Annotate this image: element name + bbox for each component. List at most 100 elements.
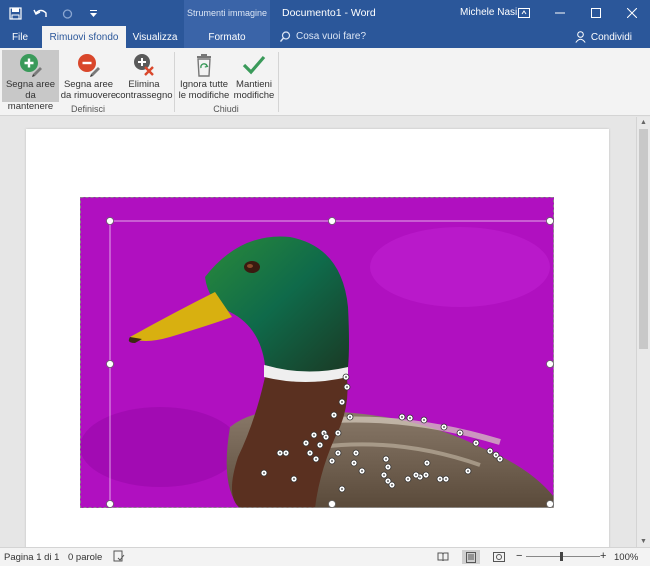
recycle-bin-icon	[191, 52, 217, 78]
plus-pencil-icon	[18, 52, 44, 78]
keep-mark-dot	[426, 462, 428, 464]
keep-mark-dot	[423, 419, 425, 421]
zoom-in-button[interactable]: +	[600, 550, 606, 562]
keep-mark-dot	[489, 450, 491, 452]
search-icon	[280, 31, 291, 42]
share-label: Condividi	[590, 31, 632, 43]
keep-mark-dot	[385, 458, 387, 460]
title-bar: Strumenti immagine Documento1 - Word Mic…	[0, 0, 650, 26]
duck-image[interactable]	[80, 197, 554, 508]
keep-mark-dot	[387, 480, 389, 482]
ribbon-tabs: File Rimuovi sfondo Visualizza Formato C…	[0, 26, 650, 48]
group-separator	[174, 52, 175, 112]
keep-mark-dot	[409, 417, 411, 419]
save-icon[interactable]	[6, 4, 24, 22]
word-count[interactable]: 0 parole	[68, 552, 102, 563]
keep-mark-dot	[345, 376, 347, 378]
keep-mark-dot	[445, 478, 447, 480]
resize-handle[interactable]	[546, 360, 554, 368]
keep-changes-button[interactable]: Mantieni modifiche	[232, 50, 276, 102]
tab-file[interactable]: File	[0, 26, 40, 48]
read-mode-icon[interactable]	[434, 550, 452, 564]
keep-mark-dot	[415, 474, 417, 476]
keep-mark-dot	[319, 444, 321, 446]
share-button[interactable]: Condividi	[575, 31, 632, 43]
resize-handle[interactable]	[106, 500, 114, 508]
keep-mark-dot	[407, 478, 409, 480]
proofing-icon[interactable]	[113, 550, 125, 565]
button-label: Segna aree	[63, 79, 114, 90]
duck-eye-highlight	[247, 264, 253, 268]
keep-mark-dot	[419, 476, 421, 478]
zoom-slider-thumb[interactable]	[560, 552, 563, 561]
keep-mark-dot	[355, 452, 357, 454]
delete-mark-icon	[131, 52, 157, 78]
ribbon-display-options-button[interactable]	[506, 0, 542, 26]
button-label: Mantieni	[236, 79, 272, 90]
close-button[interactable]	[614, 0, 650, 26]
undo-icon[interactable]	[32, 4, 50, 22]
vertical-scrollbar[interactable]: ▲ ▼	[636, 117, 650, 547]
zoom-level[interactable]: 100%	[614, 552, 638, 563]
redo-icon[interactable]	[58, 4, 76, 22]
web-layout-icon[interactable]	[490, 550, 508, 564]
keep-mark-dot	[439, 478, 441, 480]
customize-qat-icon[interactable]	[84, 4, 102, 22]
keep-mark-dot	[309, 452, 311, 454]
tab-visualizza[interactable]: Visualizza	[128, 26, 182, 48]
keep-mark-dot	[263, 472, 265, 474]
zoom-out-button[interactable]: −	[516, 550, 522, 562]
keep-mark-dot	[349, 416, 351, 418]
group-label-definisci: Definisci	[70, 104, 105, 114]
keep-mark-dot	[443, 426, 445, 428]
keep-mark-dot	[425, 474, 427, 476]
keep-mark-dot	[346, 386, 348, 388]
resize-handle[interactable]	[546, 217, 554, 225]
resize-handle[interactable]	[328, 217, 336, 225]
zoom-slider-track[interactable]	[526, 556, 600, 557]
keep-mark-dot	[305, 442, 307, 444]
resize-handle[interactable]	[546, 500, 554, 508]
mark-areas-to-remove-button[interactable]: Segna aree da rimuovere	[60, 50, 117, 102]
button-label: Segna aree	[5, 79, 56, 90]
tell-me-box[interactable]: Cosa vuoi fare?	[280, 31, 366, 42]
keep-mark-dot	[341, 488, 343, 490]
resize-handle[interactable]	[106, 217, 114, 225]
button-label: Elimina	[128, 79, 160, 90]
keep-mark-dot	[499, 458, 501, 460]
minus-pencil-icon	[76, 52, 102, 78]
keep-mark-dot	[325, 436, 327, 438]
print-layout-icon[interactable]	[462, 550, 480, 564]
removal-texture	[80, 407, 240, 487]
status-bar: Pagina 1 di 1 0 parole − + 100%	[0, 547, 650, 566]
keep-mark-dot	[279, 452, 281, 454]
ribbon-panel: Segna aree da mantenere Segna aree da ri…	[0, 48, 650, 116]
delete-mark-button[interactable]: Elimina contrassegno	[115, 50, 173, 102]
scroll-up-icon[interactable]: ▲	[640, 119, 647, 126]
scrollbar-thumb[interactable]	[639, 129, 648, 349]
keep-mark-dot	[387, 466, 389, 468]
keep-mark-dot	[337, 452, 339, 454]
quick-access-toolbar	[6, 4, 102, 22]
mark-areas-to-keep-button[interactable]: Segna aree da mantenere	[2, 50, 59, 112]
discard-all-changes-button[interactable]: Ignora tutte le modifiche	[176, 50, 232, 102]
tab-rimuovi-sfondo[interactable]: Rimuovi sfondo	[42, 26, 126, 48]
maximize-button[interactable]	[578, 0, 614, 26]
button-label: contrassegno	[115, 90, 173, 101]
tab-formato[interactable]: Formato	[184, 26, 270, 48]
keep-mark-dot	[341, 401, 343, 403]
picture-tools-header: Strumenti immagine	[184, 0, 270, 26]
person-icon	[575, 31, 586, 43]
resize-handle[interactable]	[106, 360, 114, 368]
keep-mark-dot	[361, 470, 363, 472]
button-label: da rimuovere	[60, 90, 117, 101]
keep-mark-dot	[401, 416, 403, 418]
page-count[interactable]: Pagina 1 di 1	[4, 552, 59, 563]
button-label: le modifiche	[178, 90, 230, 101]
keep-mark-dot	[459, 432, 461, 434]
keep-mark-dot	[337, 432, 339, 434]
minimize-button[interactable]	[542, 0, 578, 26]
group-label-chiudi: Chiudi	[213, 104, 239, 114]
resize-handle[interactable]	[328, 500, 336, 508]
scroll-down-icon[interactable]: ▼	[640, 538, 647, 545]
